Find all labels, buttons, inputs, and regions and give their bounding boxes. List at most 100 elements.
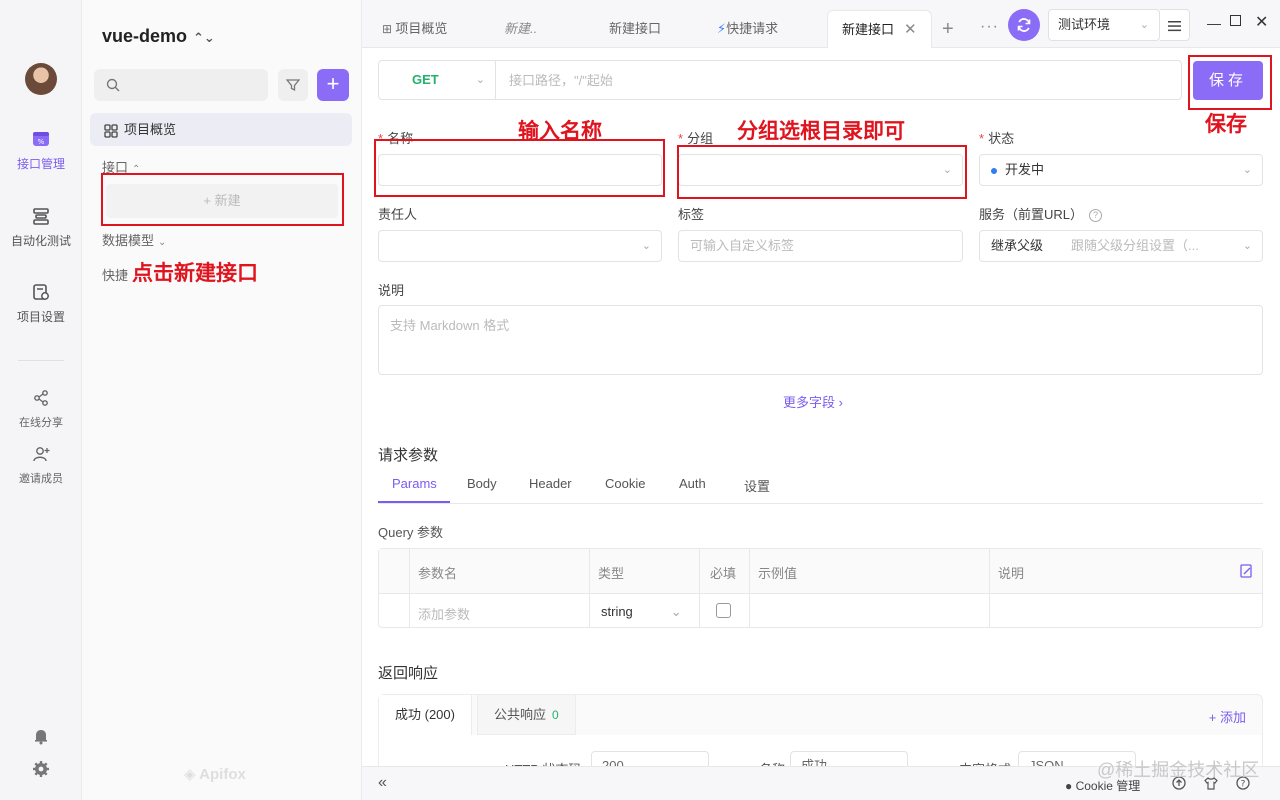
service-select[interactable]: 继承父级 跟随父级分组设置（... ⌄ (979, 230, 1263, 262)
description-textarea[interactable]: 支持 Markdown 格式 (378, 305, 1263, 375)
column-header: 参数名 (418, 566, 458, 581)
search-icon (106, 78, 120, 92)
tab-new-draft[interactable]: 新建.. (490, 10, 551, 48)
nav-invite[interactable]: 邀请成员 (0, 444, 82, 486)
close-window-icon[interactable]: ✕ (1255, 12, 1268, 32)
owner-select[interactable]: ⌄ (378, 230, 662, 262)
chevron-down-icon: ⌄ (641, 240, 651, 252)
param-tabs: Params Body Header Cookie Auth 设置 (378, 470, 1263, 504)
param-type-select[interactable]: string ⌄ (601, 604, 682, 620)
sync-button[interactable] (1008, 9, 1040, 41)
tab-success-200[interactable]: 成功 (200) (379, 695, 472, 735)
help-icon[interactable]: ? (1089, 209, 1103, 223)
hamburger-icon (1168, 21, 1181, 32)
sidebar-item-overview[interactable]: 项目概览 (90, 113, 352, 146)
grid-icon: ⊞ (382, 22, 396, 36)
active-tab-indicator (378, 501, 450, 503)
required-checkbox[interactable] (716, 603, 731, 618)
query-params-table: 参数名 类型 必填 示例值 说明 添加参数 string ⌄ (378, 548, 1263, 628)
watermark: @稀土掘金技术社区 (1097, 760, 1260, 780)
response-title: 返回响应 (378, 665, 439, 682)
project-settings-icon (33, 284, 49, 300)
column-header: 类型 (598, 566, 625, 581)
tab-body[interactable]: Body (467, 476, 497, 491)
automation-icon (33, 208, 49, 225)
minimize-icon[interactable]: — (1207, 15, 1221, 31)
bell-icon[interactable] (32, 727, 50, 745)
annotation-group-root: 分组选根目录即可 (737, 120, 905, 143)
nav-api-manage[interactable]: % 接口管理 (0, 129, 82, 172)
add-tab-button[interactable]: + (942, 18, 954, 41)
tab-cookie[interactable]: Cookie (605, 476, 645, 491)
status-label: * 状态 (979, 131, 1015, 146)
sidebar-group-data-model[interactable]: 数据模型 ⌄ (102, 230, 166, 249)
table-header (379, 549, 1262, 594)
add-new-button[interactable]: + (317, 69, 349, 101)
owner-label: 责任人 (378, 207, 418, 222)
chevron-down-icon: ⌄ (475, 74, 485, 86)
api-manage-icon: % (33, 132, 49, 146)
nav-rail: % 接口管理 自动化测试 项目设置 在线分享 邀请成员 (0, 0, 82, 800)
nav-automation[interactable]: 自动化测试 (0, 206, 82, 249)
grid-icon (104, 123, 118, 138)
api-path-input[interactable] (497, 62, 1177, 98)
tab-auth[interactable]: Auth (679, 476, 706, 491)
gear-icon[interactable] (32, 760, 50, 778)
tab-new-api[interactable]: 新建接口 (595, 10, 675, 48)
add-response-button[interactable]: + 添加 (1209, 707, 1246, 726)
project-switcher[interactable]: vue-demo ⌃⌄ (102, 26, 215, 47)
cookie-icon: ● (1065, 779, 1073, 793)
annotation-box-new-item (101, 173, 344, 226)
description-label: 说明 (378, 283, 405, 298)
collapse-sidebar-icon[interactable]: « (378, 774, 387, 792)
close-tab-icon[interactable]: ✕ (904, 21, 917, 38)
tab-overview[interactable]: ⊞ 项目概览 (368, 10, 461, 48)
status-select[interactable]: 开发中 ⌄ (979, 154, 1263, 186)
chevron-down-icon: ⌄ (158, 237, 167, 248)
tags-input[interactable]: 可输入自定义标签 (678, 230, 963, 262)
tab-settings[interactable]: 设置 (744, 476, 770, 495)
project-sidebar: vue-demo⌃⌄ + 项目概览 接口⌃ + 新建 数据模型⌄ 快捷请求 ◈ … (82, 0, 362, 800)
column-header: 示例值 (758, 566, 798, 581)
chevron-down-icon: ⌄ (1242, 240, 1252, 252)
tab-new-api-active[interactable]: 新建接口 ✕ (827, 10, 932, 48)
annotation-enter-name: 输入名称 (518, 120, 602, 143)
annotation-box-name (374, 139, 665, 197)
chevron-down-icon: ⌄ (1242, 164, 1252, 176)
environment-menu-button[interactable] (1160, 9, 1190, 41)
maximize-icon[interactable] (1230, 15, 1241, 26)
bulk-edit-icon[interactable] (1240, 564, 1253, 578)
tags-label: 标签 (678, 207, 705, 222)
nav-share[interactable]: 在线分享 (0, 388, 82, 430)
environment-select[interactable]: 测试环境 ⌄ (1048, 9, 1160, 41)
chevron-down-icon: ⌄ (1139, 19, 1149, 31)
tab-quick-request[interactable]: ⚡快捷请求 (703, 10, 792, 48)
tab-header[interactable]: Header (529, 476, 572, 491)
more-fields-link[interactable]: 更多字段 › (783, 392, 843, 411)
query-params-label: Query 参数 (378, 525, 444, 540)
status-dot-icon (991, 167, 997, 174)
nav-project-settings[interactable]: 项目设置 (0, 282, 82, 325)
more-tabs-button[interactable]: ··· (980, 18, 999, 36)
avatar[interactable] (25, 63, 57, 95)
share-icon (34, 390, 48, 406)
tab-params[interactable]: Params (392, 476, 437, 491)
request-params-title: 请求参数 (378, 447, 439, 464)
refresh-icon (1017, 18, 1031, 32)
annotation-box-save (1188, 55, 1272, 110)
annotation-click-new: 点击新建接口 (132, 262, 258, 285)
sidebar-search-input[interactable] (94, 69, 268, 101)
invite-member-icon (33, 447, 50, 462)
tab-common-response[interactable]: 公共响应 0 (477, 695, 576, 735)
chevron-down-icon: ⌄ (670, 604, 682, 619)
bolt-icon: ⚡ (717, 21, 727, 36)
plus-icon: + (326, 71, 340, 96)
param-name-input[interactable]: 添加参数 (418, 604, 470, 623)
service-label: 服务（前置URL）? (979, 204, 1103, 223)
column-header: 必填 (710, 566, 737, 581)
filter-button[interactable] (278, 69, 308, 101)
http-method-select[interactable]: GET ⌄ (379, 61, 496, 99)
request-url-bar: GET ⌄ (378, 60, 1182, 100)
up-down-chevron-icon: ⌃⌄ (193, 30, 215, 45)
sidebar-group-quick-request[interactable]: 快捷请求 (102, 265, 128, 284)
